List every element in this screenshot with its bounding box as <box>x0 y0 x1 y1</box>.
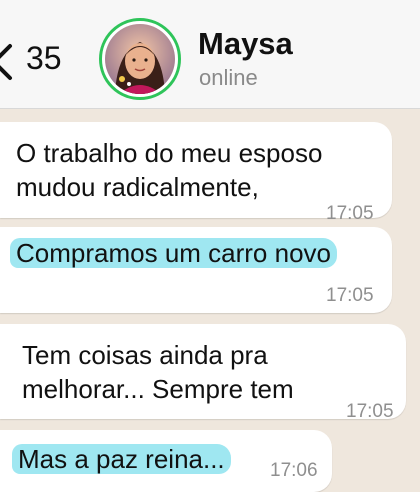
message-time: 17:05 <box>346 401 394 422</box>
message-time: 17:05 <box>326 285 374 306</box>
message-text: Compramos um carro novo <box>10 236 337 270</box>
message-time: 17:05 <box>326 203 374 224</box>
message-bubble[interactable]: Compramos um carro novo 17:05 <box>0 227 392 313</box>
message-text: O trabalho do meu esposo mudou radicalmen… <box>16 138 323 202</box>
text-highlight: Mas a paz reina... <box>12 444 231 474</box>
unread-count[interactable]: 35 <box>26 40 62 77</box>
message-text: Mas a paz reina... <box>12 442 231 476</box>
text-highlight: Compramos um carro novo <box>10 238 337 268</box>
message-time: 17:06 <box>270 460 318 481</box>
message-bubble[interactable]: O trabalho do meu esposo mudou radicalmen… <box>0 122 392 224</box>
contact-status: online <box>199 65 258 90</box>
contact-name[interactable]: Maysa <box>198 26 293 62</box>
message-bubble[interactable]: Mas a paz reina... 17:06 <box>0 430 332 492</box>
message-bubble[interactable]: Tem coisas ainda pra melhorar... Sempre t… <box>0 324 406 422</box>
message-list[interactable]: O trabalho do meu esposo mudou radicalmen… <box>0 109 420 492</box>
message-text: Tem coisas ainda pra melhorar... Sempre t… <box>22 340 294 404</box>
avatar[interactable] <box>99 18 181 100</box>
avatar-photo <box>105 24 175 94</box>
chat-header: 35 Maysa online <box>0 0 420 109</box>
chevron-left-icon[interactable] <box>0 42 14 87</box>
